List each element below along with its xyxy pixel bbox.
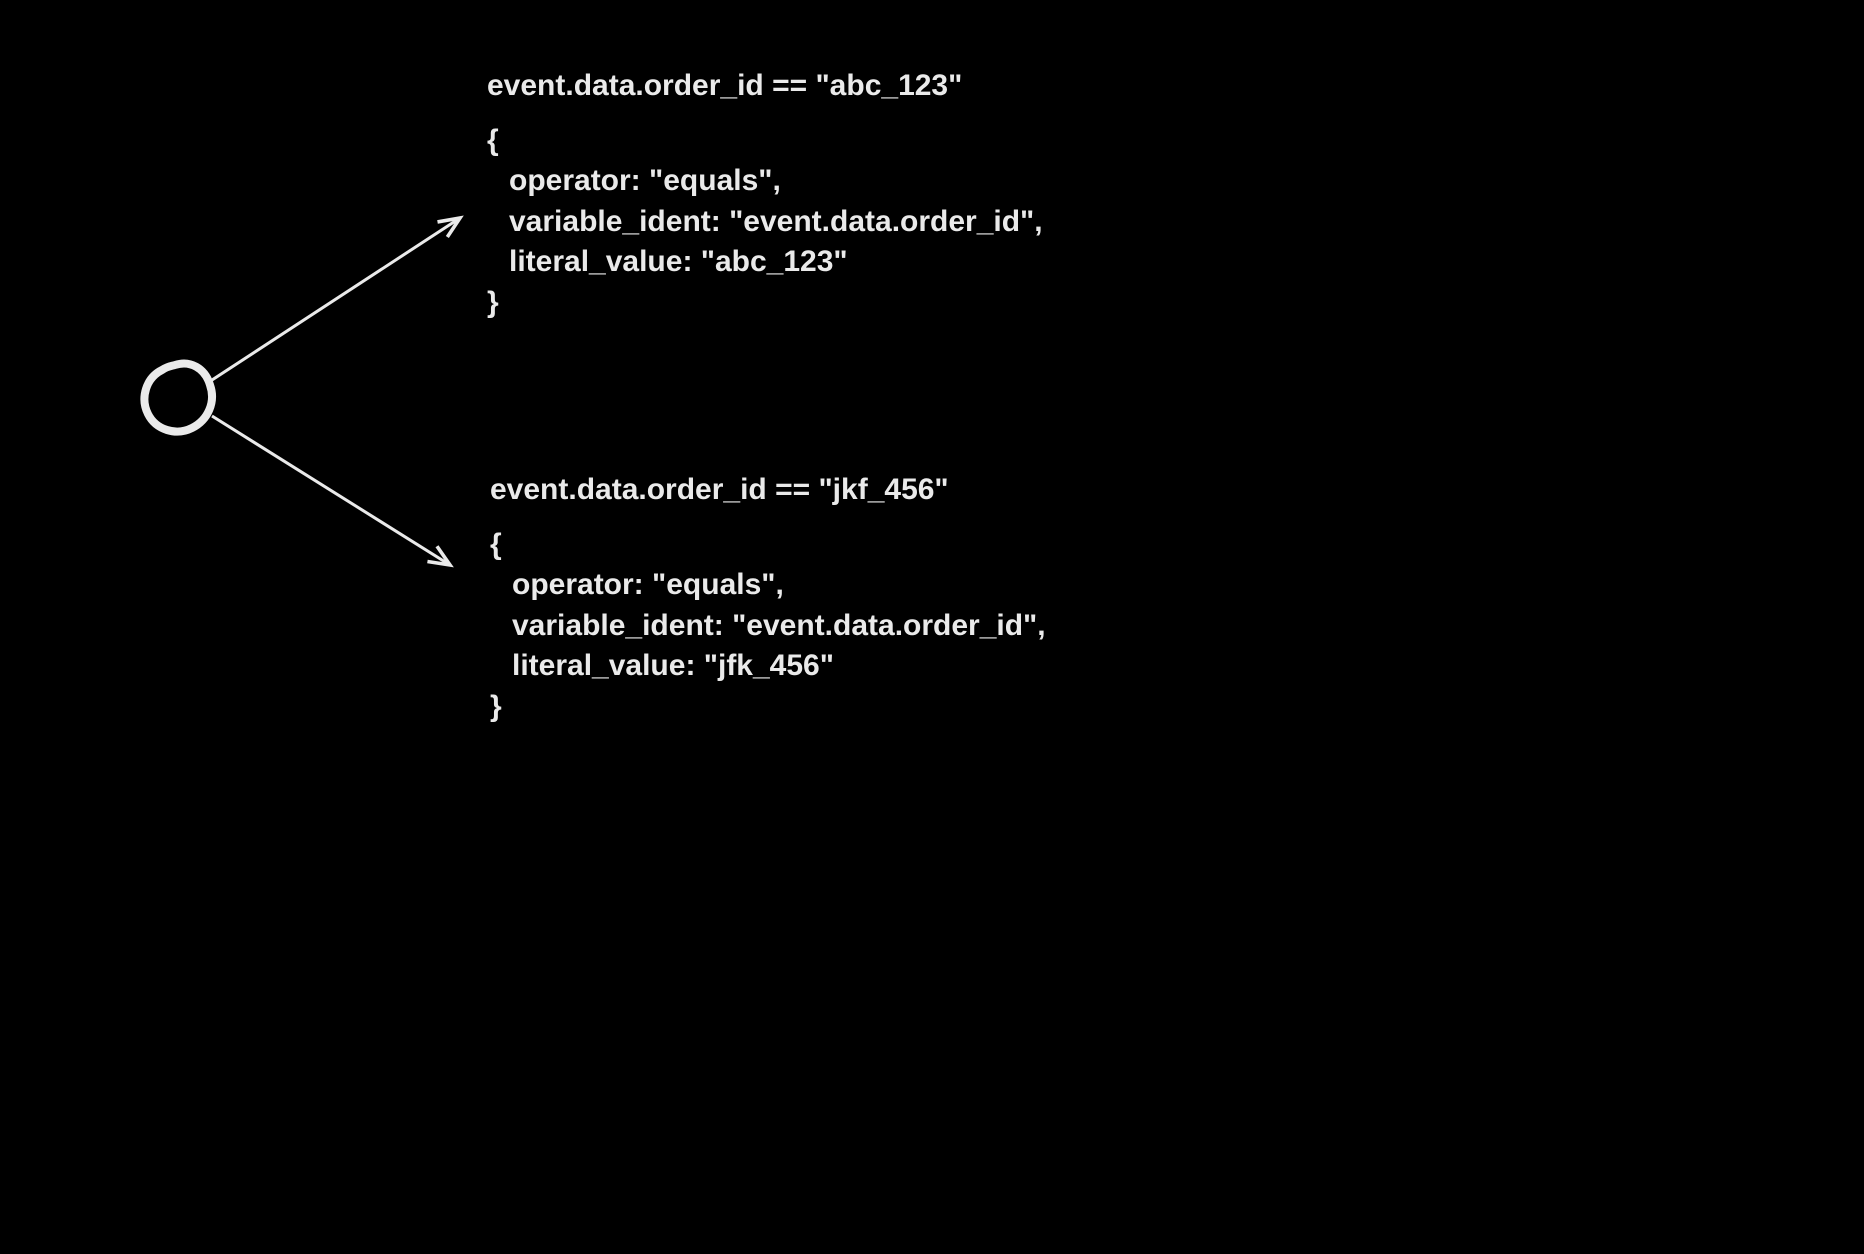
bottom-literal-line: literal_value: "jfk_456" [490, 646, 1046, 687]
top-brace-open: { [487, 121, 1043, 162]
bottom-brace-open: { [490, 525, 1046, 566]
root-node-circle [144, 364, 212, 432]
bottom-variable-line: variable_ident: "event.data.order_id", [490, 606, 1046, 647]
top-brace-close: } [487, 283, 1043, 324]
arrow-to-bottom [212, 416, 450, 565]
bottom-operator-line: operator: "equals", [490, 565, 1046, 606]
bottom-expression: event.data.order_id == "jkf_456" [490, 470, 1046, 511]
top-operator-line: operator: "equals", [487, 161, 1043, 202]
top-variable-line: variable_ident: "event.data.order_id", [487, 202, 1043, 243]
top-expression: event.data.order_id == "abc_123" [487, 66, 1043, 107]
bottom-brace-close: } [490, 687, 1046, 728]
top-literal-line: literal_value: "abc_123" [487, 242, 1043, 283]
diagram-canvas: { "top": { "expression": "event.data.ord… [0, 0, 1864, 1254]
bottom-branch-block: event.data.order_id == "jkf_456" { opera… [490, 470, 1046, 727]
top-branch-block: event.data.order_id == "abc_123" { opera… [487, 66, 1043, 323]
arrow-to-top [212, 218, 460, 380]
